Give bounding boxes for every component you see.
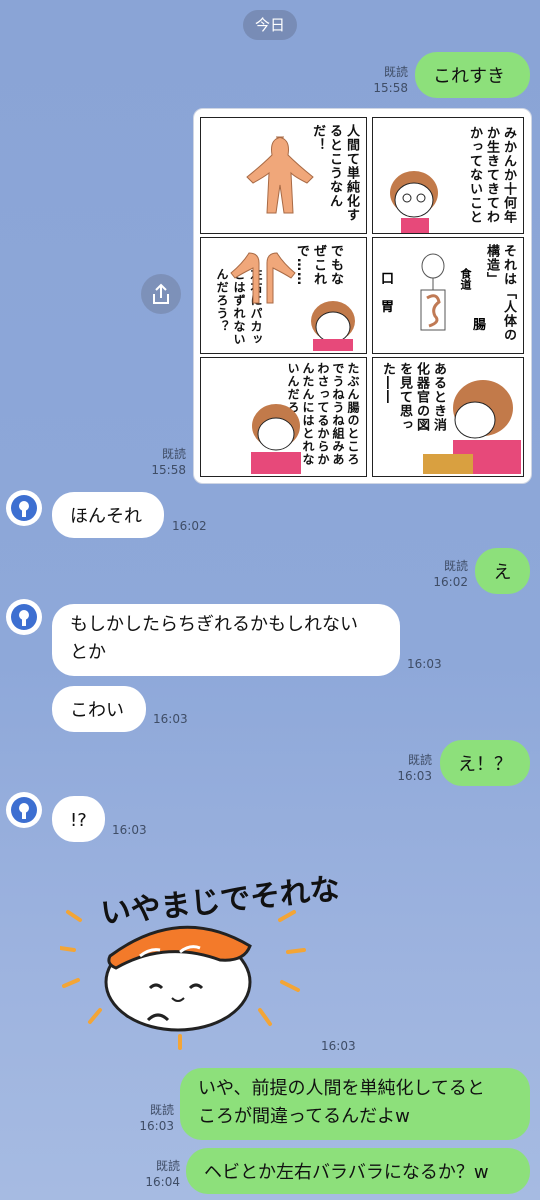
message-time: 16:03 xyxy=(407,657,442,671)
message-time: 15:58 xyxy=(373,81,408,95)
message-meta: 既読 15:58 xyxy=(360,64,408,96)
manga-panel: 人間て単純化するとこうなんだ！ xyxy=(200,117,367,234)
lightbulb-icon xyxy=(11,797,37,823)
incoming-message[interactable]: !? xyxy=(52,796,105,842)
message-time: 16:02 xyxy=(433,575,468,589)
message-line: もしかしたらちぎれるかもしれない xyxy=(70,614,358,635)
message-time: 16:03 xyxy=(397,769,432,783)
message-time: 16:02 xyxy=(172,519,207,533)
message-time: 15:58 xyxy=(151,463,186,477)
read-receipt: 既読 xyxy=(149,1103,174,1117)
manga-image[interactable]: みかんか十何年か生きてきてわかってないこと 人間て単純化するとこうなんだ！ それ… xyxy=(193,108,532,484)
outgoing-message[interactable]: ヘビとか左右バラバラになるか？w xyxy=(186,1148,530,1194)
avatar[interactable] xyxy=(6,490,42,526)
manga-panel: あるとき消化器官の図を見て思った―― xyxy=(372,357,524,477)
manga-caption: でもなぜこれで…… xyxy=(294,244,343,286)
manga-label: 口 xyxy=(381,272,395,287)
date-divider: 今日 xyxy=(243,10,297,40)
message-time: 16:03 xyxy=(139,1119,174,1133)
message-line: とか xyxy=(70,642,106,663)
lightbulb-icon xyxy=(11,604,37,630)
message-time: 16:04 xyxy=(145,1175,180,1189)
read-receipt: 既読 xyxy=(407,753,432,767)
manga-panel: たぶん腸のところでうねうね組みあわさってるからかんたんにはとれないんだろう… xyxy=(200,357,367,477)
outgoing-message[interactable]: いや、前提の人間を単純化してると ころが間違ってるんだよw xyxy=(180,1068,530,1140)
manga-caption: みかんか十何年か生きてきてわかってないこと xyxy=(467,126,516,224)
outgoing-message[interactable]: え xyxy=(475,548,530,594)
message-meta: 既読 16:02 xyxy=(424,558,468,590)
manga-caption: それは「人体の構造」 xyxy=(484,244,516,342)
read-receipt: 既読 xyxy=(443,559,468,573)
read-receipt: 既読 xyxy=(155,1159,180,1173)
message-meta: 既読 16:03 xyxy=(388,752,432,784)
message-meta: 既読 16:03 xyxy=(130,1102,174,1134)
outgoing-message[interactable]: え！？ xyxy=(440,740,530,786)
read-receipt: 既読 xyxy=(161,447,186,461)
incoming-message[interactable]: もしかしたらちぎれるかもしれない とか xyxy=(52,604,400,676)
incoming-message[interactable]: こわい xyxy=(52,686,146,732)
incoming-message[interactable]: ほんそれ xyxy=(52,492,164,538)
message-line: ころが間違ってるんだよw xyxy=(198,1106,410,1127)
manga-label: 腸 xyxy=(473,318,487,333)
message-meta: 既読 15:58 xyxy=(140,446,186,478)
share-button[interactable] xyxy=(141,274,181,314)
message-line: いや、前提の人間を単純化してると xyxy=(198,1078,485,1099)
manga-panel: それは「人体の構造」 口 食道 胃 腸 xyxy=(372,237,524,354)
avatar[interactable] xyxy=(6,599,42,635)
read-receipt: 既読 xyxy=(383,65,408,79)
manga-panel: でもなぜこれで…… 左右にパカッとはずれないんだろう？ xyxy=(200,237,367,354)
message-meta: 既読 16:04 xyxy=(136,1158,180,1190)
message-time: 16:03 xyxy=(153,712,188,726)
outgoing-message[interactable]: これすき xyxy=(415,52,530,98)
lightbulb-icon xyxy=(11,495,37,521)
message-time: 16:03 xyxy=(112,823,147,837)
avatar[interactable] xyxy=(6,792,42,828)
share-icon xyxy=(153,283,169,304)
manga-label: 胃 xyxy=(381,300,395,315)
message-time: 16:03 xyxy=(321,1039,356,1053)
manga-panel: みかんか十何年か生きてきてわかってないこと xyxy=(372,117,524,234)
